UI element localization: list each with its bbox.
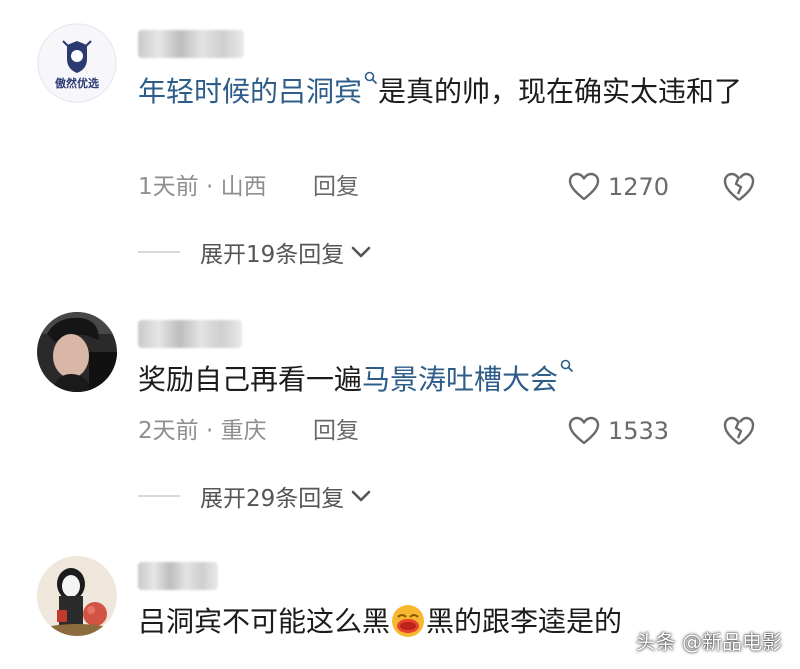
- expand-replies-button[interactable]: 展开19条回复: [138, 237, 372, 268]
- tongue-emoji-icon: [392, 605, 425, 637]
- heart-icon: [568, 416, 600, 445]
- reply-button[interactable]: 回复: [313, 172, 359, 202]
- avatar[interactable]: [37, 312, 117, 392]
- search-icon: [364, 71, 378, 85]
- expand-replies-button[interactable]: 展开29条回复: [138, 481, 372, 512]
- comment-time-location: 1天前 · 山西: [138, 174, 267, 200]
- chevron-down-icon: [351, 490, 371, 502]
- avatar[interactable]: 傲然优选: [37, 23, 117, 103]
- avatar[interactable]: [37, 556, 117, 636]
- avatar-brand-text: 傲然优选: [55, 77, 99, 90]
- search-icon: [560, 359, 574, 373]
- heart-icon: [568, 172, 600, 201]
- broken-heart-icon[interactable]: [722, 414, 756, 448]
- comment-text: 年轻时候的吕洞宾 是真的帅，现在确实太违和了: [138, 71, 758, 113]
- chevron-down-icon: [351, 246, 371, 258]
- user-photo-icon: [37, 556, 117, 636]
- shield-logo-icon: [37, 23, 117, 103]
- like-button[interactable]: 1533: [568, 414, 669, 448]
- divider: [138, 251, 180, 253]
- username-blurred[interactable]: [138, 30, 244, 58]
- watermark: 头条 @新品电影: [635, 630, 782, 654]
- comment-time-location: 2天前 · 重庆: [138, 418, 267, 444]
- reply-button[interactable]: 回复: [313, 416, 359, 446]
- like-button[interactable]: 1270: [568, 170, 669, 204]
- divider: [138, 495, 180, 497]
- comment-text: 奖励自己再看一遍马景涛吐槽大会: [138, 359, 758, 401]
- topic-link[interactable]: 年轻时候的吕洞宾: [138, 71, 378, 108]
- like-count: 1533: [608, 417, 670, 445]
- comment-item: 奖励自己再看一遍马景涛吐槽大会 2天前 · 重庆 回复 1533 展开29条回复: [0, 280, 800, 540]
- broken-heart-icon[interactable]: [722, 170, 756, 204]
- user-photo-icon: [37, 312, 117, 392]
- topic-link[interactable]: 马景涛吐槽大会: [362, 359, 574, 396]
- comment-item: 傲然优选 年轻时候的吕洞宾 是真的帅，现在确实太违和了 1天前 · 山西 回复 1…: [0, 0, 800, 280]
- username-blurred[interactable]: [138, 320, 242, 348]
- like-count: 1270: [608, 173, 670, 201]
- username-blurred[interactable]: [138, 562, 218, 590]
